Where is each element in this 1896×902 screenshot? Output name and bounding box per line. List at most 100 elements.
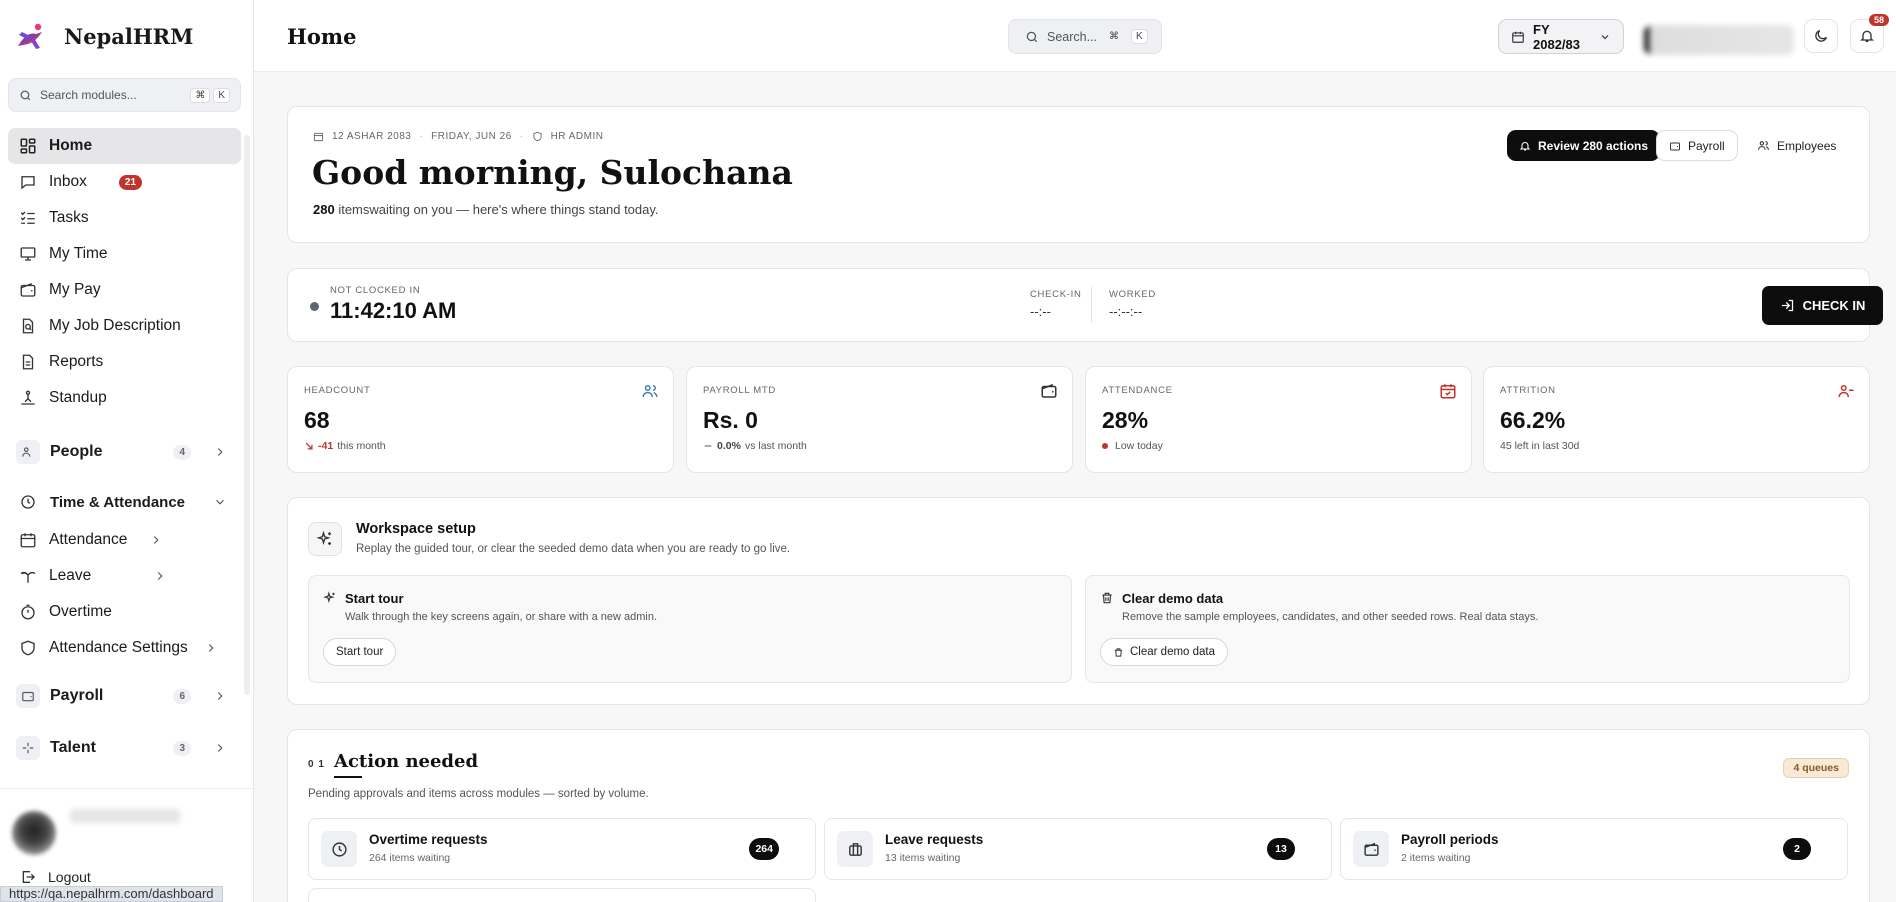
queue-title: Payroll periods	[1401, 832, 1499, 847]
user-minus-icon	[1837, 382, 1855, 400]
queue-partial-row[interactable]	[308, 888, 816, 902]
greeting-subtitle: 280 itemswaiting on you — here's where t…	[313, 202, 659, 217]
check-in-button[interactable]: CHECK IN	[1762, 286, 1883, 325]
avatar[interactable]	[12, 811, 56, 855]
group-count: 3	[173, 740, 191, 756]
greeting-meta: 12 ASHAR 2083 · FRIDAY, JUN 26 · HR ADMI…	[313, 131, 603, 142]
sidebar-item-leave[interactable]: Leave	[8, 558, 241, 594]
queue-title: Overtime requests	[369, 832, 488, 847]
pending-count: 280	[313, 202, 335, 217]
sidebar-item-inbox[interactable]: Inbox 21	[8, 164, 241, 200]
chevron-right-icon	[213, 741, 229, 755]
queue-title: Leave requests	[885, 832, 984, 847]
stat-card-attrition[interactable]: ATTRITION 66.2% 45 left in last 30d	[1483, 366, 1870, 473]
queue-subtitle: 264 items waiting	[369, 852, 451, 864]
fiscal-year-value: FY 2082/83	[1533, 21, 1580, 52]
start-tour-button-label: Start tour	[336, 646, 384, 658]
employees-button[interactable]: Employees	[1747, 130, 1846, 161]
checkin-label: CHECK-IN	[1030, 289, 1082, 300]
inbox-icon	[19, 173, 37, 191]
shield-icon	[19, 639, 37, 657]
sidebar-scrollbar[interactable]	[244, 135, 250, 695]
sidebar-item-label: Inbox	[49, 173, 87, 190]
checkin-value: --:--	[1030, 304, 1051, 319]
stat-delta: -41	[318, 440, 334, 452]
global-search-placeholder: Search...	[1047, 29, 1098, 44]
sidebar-search-placeholder: Search modules...	[40, 88, 137, 102]
notification-count-badge: 58	[1868, 14, 1889, 26]
wallet-icon	[16, 684, 40, 708]
users-icon	[641, 382, 659, 400]
sidebar-item-my-pay[interactable]: My Pay	[8, 272, 241, 308]
clock-icon	[321, 831, 357, 867]
clear-demo-desc: Remove the sample employees, candidates,…	[1122, 611, 1539, 623]
workspace-setup-card: Workspace setup Replay the guided tour, …	[287, 497, 1870, 705]
queue-overtime-requests[interactable]: Overtime requests 264 items waiting 264	[308, 818, 816, 880]
theme-toggle-button[interactable]	[1804, 19, 1838, 53]
bell-icon	[1859, 28, 1875, 44]
sidebar-item-standup[interactable]: Standup	[8, 380, 241, 416]
stat-card-payroll-mtd[interactable]: PAYROLL MTD Rs. 0 0.0% vs last month	[686, 366, 1073, 473]
queue-payroll-periods[interactable]: Payroll periods 2 items waiting 2	[1340, 818, 1848, 880]
sidebar-item-label: Standup	[49, 389, 107, 406]
stat-foot-text: this month	[337, 440, 386, 452]
start-tour-button[interactable]: Start tour	[323, 638, 397, 666]
action-needed-title: Action needed	[334, 751, 479, 772]
start-tour-panel: Start tour Walk through the key screens …	[308, 575, 1072, 683]
sidebar-item-label: Leave	[49, 567, 92, 584]
workspace-subtitle: Replay the guided tour, or clear the see…	[356, 543, 791, 555]
employees-label: Employees	[1777, 138, 1837, 153]
sidebar-group-payroll[interactable]: Payroll 6	[8, 674, 241, 718]
sidebar-group-talent[interactable]: Talent 3	[8, 726, 241, 770]
status-dot	[310, 302, 319, 311]
wallet-icon	[1669, 140, 1681, 152]
global-search-input[interactable]: Search... ⌘ K	[1008, 19, 1162, 54]
section-index: 0 1	[308, 759, 325, 770]
stat-card-attendance[interactable]: ATTENDANCE 28% Low today	[1085, 366, 1472, 473]
brand-name: NepalHRM	[64, 23, 194, 49]
stat-label: ATTENDANCE	[1102, 385, 1173, 396]
queue-count: 264	[749, 838, 779, 860]
sidebar-item-my-job-description[interactable]: My Job Description	[8, 308, 241, 344]
queue-leave-requests[interactable]: Leave requests 13 items waiting 13	[824, 818, 1332, 880]
stat-value: 66.2%	[1500, 407, 1566, 433]
review-actions-button[interactable]: Review 280 actions	[1507, 130, 1661, 161]
stat-card-headcount[interactable]: HEADCOUNT 68 -41 this month	[287, 366, 674, 473]
logout-icon	[20, 869, 36, 885]
review-actions-label: Review 280 actions	[1538, 138, 1649, 153]
clear-demo-button[interactable]: Clear demo data	[1100, 638, 1229, 666]
notifications-button[interactable]: 58	[1850, 14, 1889, 53]
action-needed-subtitle: Pending approvals and items across modul…	[308, 788, 649, 800]
sidebar-item-my-time[interactable]: My Time	[8, 236, 241, 272]
divider	[1091, 287, 1092, 323]
trend-flat-icon	[703, 441, 713, 451]
sparkle-icon	[16, 736, 40, 760]
role-label: HR ADMIN	[550, 131, 604, 142]
sidebar-group-people[interactable]: People 4	[8, 430, 241, 474]
page-title: Home	[287, 24, 357, 49]
payroll-button[interactable]: Payroll	[1656, 130, 1738, 161]
sidebar-group-time-attendance[interactable]: Time & Attendance	[8, 482, 241, 522]
account-switcher-redacted[interactable]	[1644, 25, 1794, 55]
sidebar-item-reports[interactable]: Reports	[8, 344, 241, 380]
sidebar-item-tasks[interactable]: Tasks	[8, 200, 241, 236]
fiscal-year-select[interactable]: FY 2082/83	[1498, 19, 1624, 54]
greeting-subtitle-text: itemswaiting on you — here's where thing…	[338, 202, 659, 217]
shortcut-hint: ⌘ K	[190, 87, 230, 103]
queue-count: 13	[1267, 838, 1295, 860]
standup-icon	[19, 389, 37, 407]
sidebar-item-home[interactable]: Home	[8, 128, 241, 164]
sidebar-nav: Home Inbox 21 Tasks My Time My Pay My Jo…	[8, 128, 241, 770]
logout-label: Logout	[48, 869, 91, 885]
sidebar-search-input[interactable]: Search modules... ⌘ K	[8, 78, 241, 112]
logout-button[interactable]: Logout	[20, 869, 91, 885]
sidebar-item-overtime[interactable]: Overtime	[8, 594, 241, 630]
sidebar-item-attendance[interactable]: Attendance	[8, 522, 241, 558]
sidebar-item-attendance-settings[interactable]: Attendance Settings	[8, 630, 241, 666]
wallet-icon	[19, 281, 37, 299]
inbox-count-badge: 21	[118, 174, 143, 190]
queue-count: 2	[1783, 838, 1811, 860]
people-icon	[16, 440, 40, 464]
status-url: https://qa.nepalhrm.com/dashboard	[0, 886, 223, 902]
brand[interactable]: NepalHRM	[16, 22, 193, 50]
